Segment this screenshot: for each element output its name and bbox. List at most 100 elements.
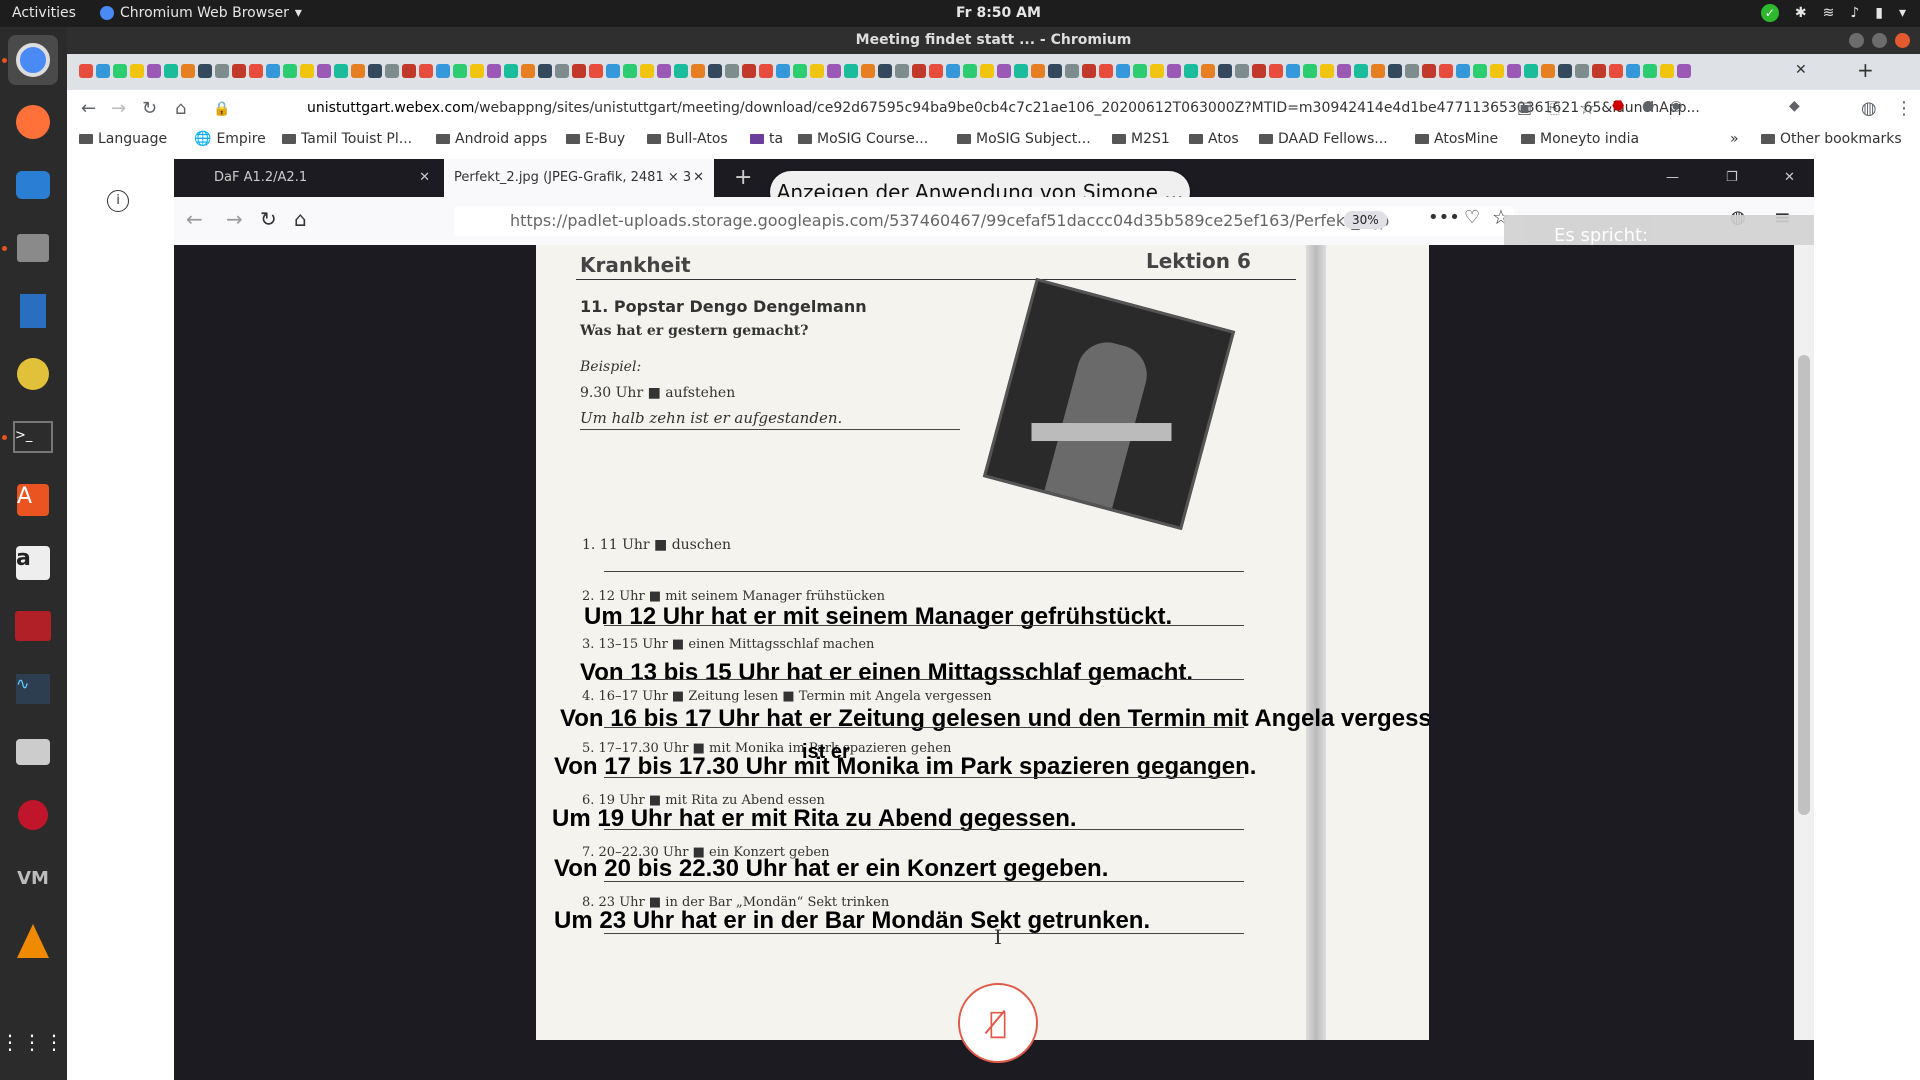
activities-button[interactable]: Activities: [12, 5, 76, 21]
tab-favicon-icon[interactable]: [1371, 64, 1385, 78]
tab-favicon-icon[interactable]: [963, 64, 977, 78]
other-bookmarks[interactable]: Other bookmarks: [1761, 131, 1902, 147]
adblock-icon[interactable]: ⬣: [1612, 98, 1624, 114]
tab-favicon-icon[interactable]: [113, 64, 127, 78]
tab-favicon-icon[interactable]: [589, 64, 603, 78]
tab-favicon-icon[interactable]: [691, 64, 705, 78]
bookmark-atos[interactable]: Atos: [1189, 131, 1239, 147]
tab-favicon-icon[interactable]: [1592, 64, 1606, 78]
tab-favicon-icon[interactable]: [1388, 64, 1402, 78]
tab-favicon-icon[interactable]: [538, 64, 552, 78]
writer-launcher-icon[interactable]: [8, 286, 58, 336]
tab-favicon-icon[interactable]: [810, 64, 824, 78]
tab-favicon-icon[interactable]: [1099, 64, 1113, 78]
tab-favicon-icon[interactable]: [997, 64, 1011, 78]
bookmark-language[interactable]: Language: [79, 131, 167, 147]
tab-favicon-icon[interactable]: [1490, 64, 1504, 78]
wifi-icon[interactable]: ≋: [1823, 5, 1835, 21]
address-bar[interactable]: unistuttgart.webex.com/webappng/sites/un…: [307, 100, 1700, 116]
cherry-launcher-icon[interactable]: [8, 790, 58, 840]
tab-favicon-icon[interactable]: [215, 64, 229, 78]
home-icon[interactable]: ⌂: [294, 207, 307, 231]
scrollbar-thumb[interactable]: [1798, 355, 1810, 815]
vlc-launcher-icon[interactable]: [8, 916, 58, 966]
power-menu-icon[interactable]: ▾: [1899, 5, 1906, 21]
vm-launcher-icon[interactable]: VM: [8, 853, 58, 903]
volume-icon[interactable]: ♪: [1850, 5, 1859, 21]
menu-kebab-icon[interactable]: ⋮: [1895, 98, 1913, 119]
reload-icon[interactable]: ↻: [260, 207, 277, 231]
tab-favicon-icon[interactable]: [1524, 64, 1538, 78]
tab-favicon-icon[interactable]: [1405, 64, 1419, 78]
bookmark-mosig-subject[interactable]: MoSIG Subject...: [957, 131, 1091, 147]
bookmark-moneyto[interactable]: Moneyto india: [1521, 131, 1639, 147]
bookmark-ta[interactable]: ta: [750, 131, 783, 147]
tab-perfekt[interactable]: Perfekt_2.jpg (JPEG-Grafik, 2481 × 3 ✕: [444, 159, 714, 197]
info-icon[interactable]: i: [107, 190, 129, 212]
tab-favicon-icon[interactable]: [249, 64, 263, 78]
star-icon[interactable]: ☆: [1579, 98, 1595, 119]
tab-favicon-icon[interactable]: [776, 64, 790, 78]
reload-icon[interactable]: ↻: [142, 98, 157, 119]
tab-favicon-icon[interactable]: [1014, 64, 1028, 78]
tab-favicon-icon[interactable]: [1116, 64, 1130, 78]
tab-favicon-icon[interactable]: [385, 64, 399, 78]
tab-favicon-icon[interactable]: [300, 64, 314, 78]
software-center-launcher-icon[interactable]: A: [8, 475, 58, 525]
tab-favicon-icon[interactable]: [79, 64, 93, 78]
tab-favicon-icon[interactable]: [198, 64, 212, 78]
tab-favicon-icon[interactable]: [283, 64, 297, 78]
tab-favicon-icon[interactable]: [164, 64, 178, 78]
tab-favicon-icon[interactable]: [1320, 64, 1334, 78]
show-applications-icon[interactable]: ⋮⋮⋮: [0, 1017, 64, 1067]
close-icon[interactable]: ✕: [1772, 159, 1812, 197]
webex-launcher-icon[interactable]: [8, 601, 58, 651]
tab-favicon-icon[interactable]: [368, 64, 382, 78]
tab-favicon-icon[interactable]: [1286, 64, 1300, 78]
chromium-titlebar[interactable]: Meeting findet statt ... - Chromium: [67, 27, 1920, 54]
tab-favicon-icon[interactable]: [1575, 64, 1589, 78]
firefox-launcher-icon[interactable]: [8, 97, 58, 147]
tab-favicon-icon[interactable]: [1048, 64, 1062, 78]
tab-favicon-icon[interactable]: [1133, 64, 1147, 78]
tab-favicon-icon[interactable]: [521, 64, 535, 78]
extension-icon[interactable]: ◆: [1789, 98, 1800, 114]
tab-favicon-icon[interactable]: [1184, 64, 1198, 78]
lock-icon[interactable]: 🔒: [213, 101, 230, 117]
tab-favicon-icon[interactable]: [1337, 64, 1351, 78]
new-tab-button[interactable]: +: [722, 159, 762, 197]
bookmark-daad[interactable]: DAAD Fellows...: [1259, 131, 1388, 147]
tab-favicon-icon[interactable]: [1354, 64, 1368, 78]
chromium-launcher-icon[interactable]: [8, 35, 58, 85]
back-icon[interactable]: ←: [186, 207, 203, 231]
tab-favicon-icon[interactable]: [453, 64, 467, 78]
tab-favicon-icon[interactable]: [504, 64, 518, 78]
tab-favicon-icon[interactable]: [1507, 64, 1521, 78]
thunderbird-launcher-icon[interactable]: [8, 160, 58, 210]
bookmark-tamil[interactable]: Tamil Touist Pl...: [282, 131, 412, 147]
back-icon[interactable]: ←: [81, 98, 96, 119]
mute-button[interactable]: 🎙̸: [958, 983, 1038, 1063]
pocket-icon[interactable]: ♡: [1464, 207, 1480, 228]
bookmark-ebuy[interactable]: E-Buy: [566, 131, 625, 147]
tab-favicon-icon[interactable]: [555, 64, 569, 78]
tab-favicon-icon[interactable]: [640, 64, 654, 78]
tab-favicon-icon[interactable]: [147, 64, 161, 78]
more-actions-icon[interactable]: •••: [1428, 207, 1460, 228]
extension-icon[interactable]: ●: [1642, 98, 1654, 114]
tab-favicon-icon[interactable]: [181, 64, 195, 78]
maximize-icon[interactable]: [1872, 33, 1887, 48]
camera-launcher-icon[interactable]: [8, 727, 58, 777]
bookmark-empire[interactable]: 🌐 Empire: [194, 131, 266, 147]
tab-favicon-icon[interactable]: [844, 64, 858, 78]
tab-favicon-icon[interactable]: [1082, 64, 1096, 78]
tab-favicon-icon[interactable]: [96, 64, 110, 78]
tab-favicon-icon[interactable]: [861, 64, 875, 78]
tab-favicon-icon[interactable]: [606, 64, 620, 78]
bookmark-bull-atos[interactable]: Bull-Atos: [647, 131, 728, 147]
tab-favicon-icon[interactable]: [1167, 64, 1181, 78]
extension-icon[interactable]: ◉: [1670, 98, 1682, 114]
tab-favicon-icon[interactable]: [708, 64, 722, 78]
amazon-launcher-icon[interactable]: a: [8, 538, 58, 588]
forward-icon[interactable]: →: [226, 207, 243, 231]
